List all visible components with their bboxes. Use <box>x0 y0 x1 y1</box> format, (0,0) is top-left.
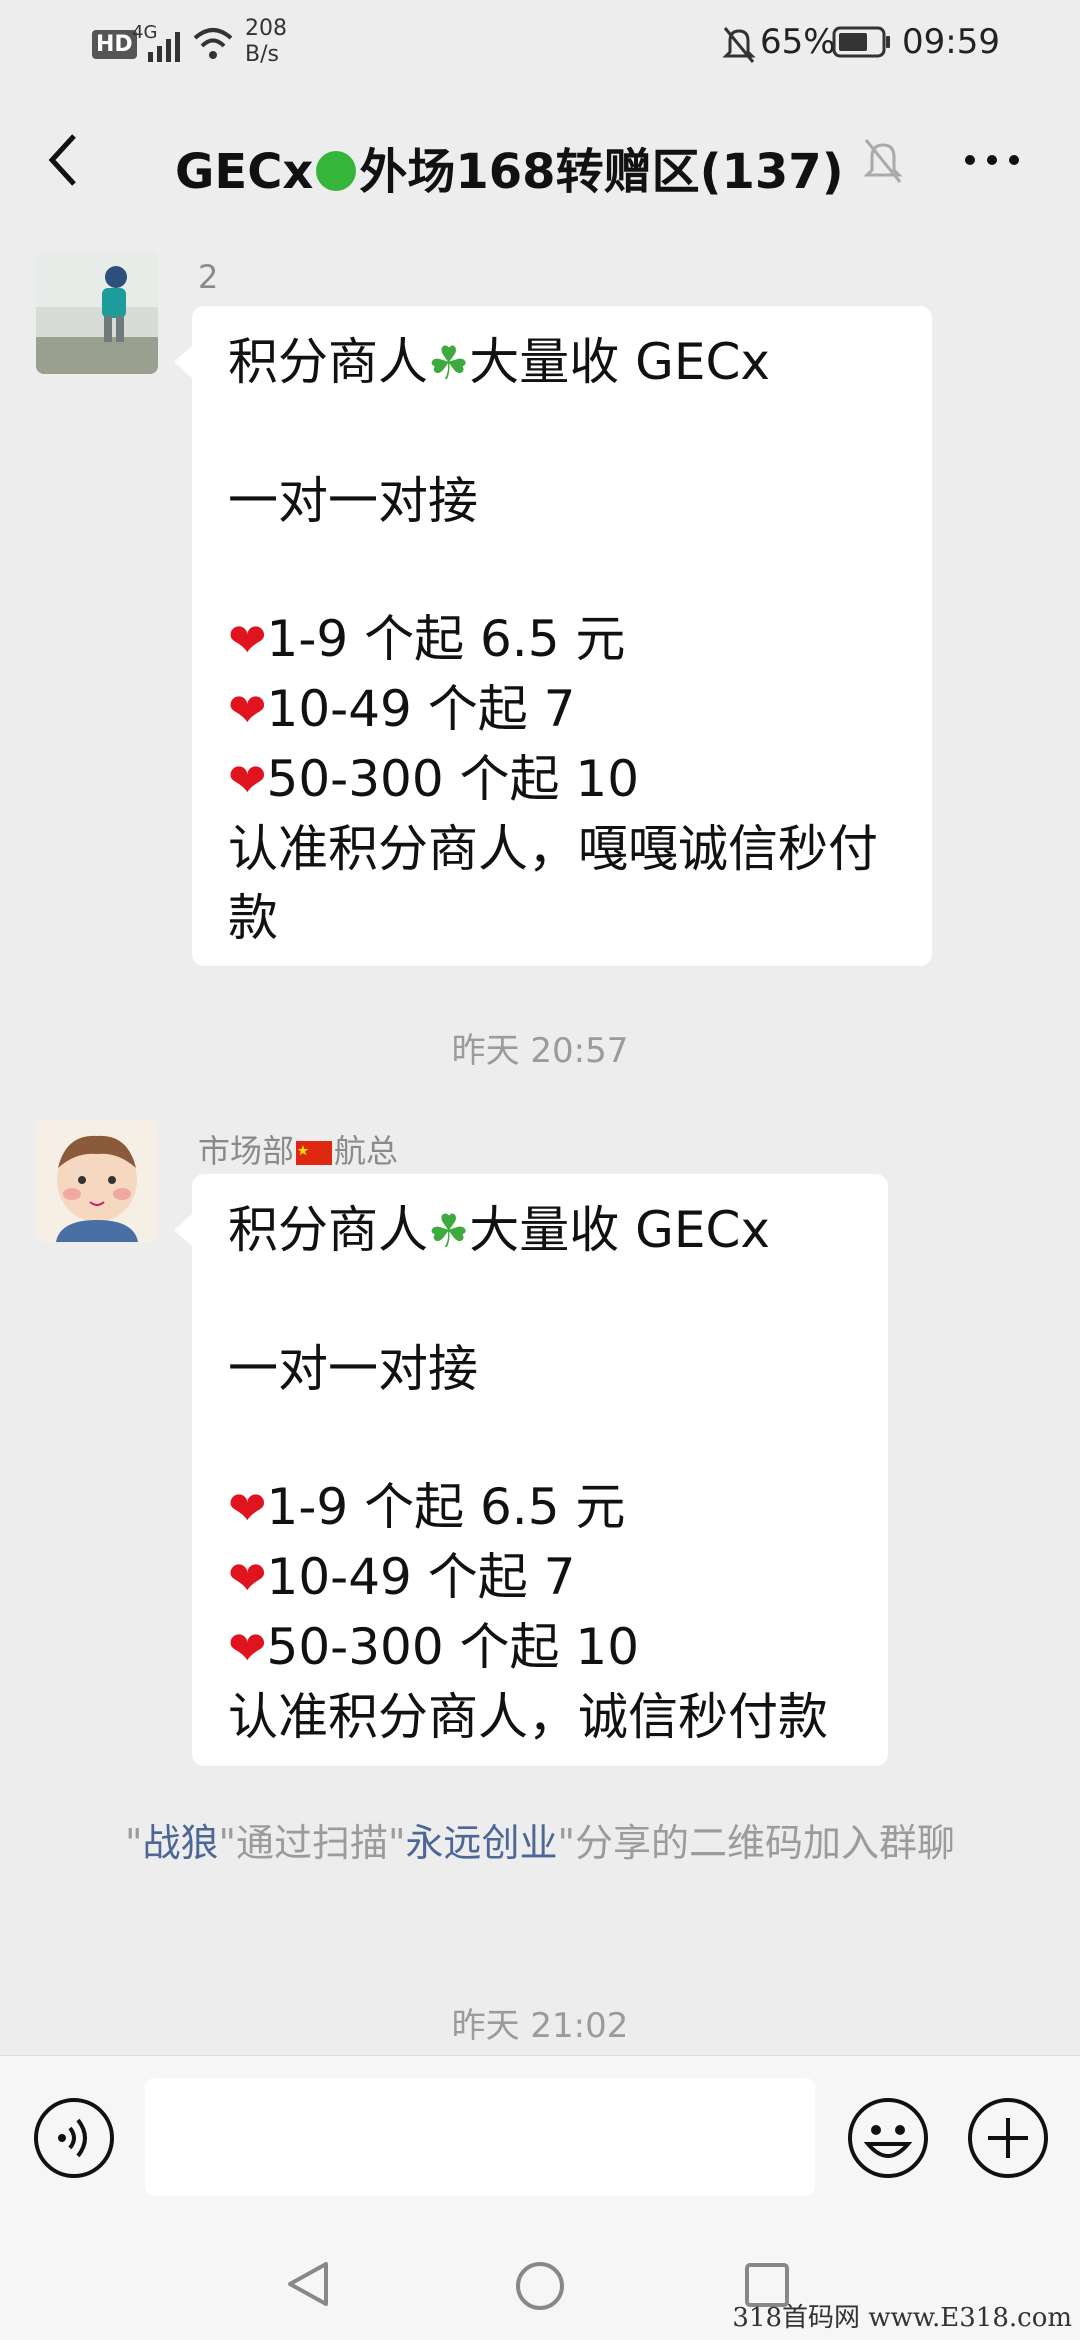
message-text: 大量收 GECx <box>469 1201 770 1259</box>
input-bar <box>0 2055 1080 2221</box>
back-icon[interactable] <box>40 130 90 190</box>
battery-icon <box>832 26 890 58</box>
nav-home-icon[interactable] <box>514 2260 566 2312</box>
heart-icon: ❤ <box>228 1481 267 1535</box>
sender-name: 2 <box>198 258 219 296</box>
clock: 09:59 <box>902 22 1000 62</box>
message-line: 一对一对接 <box>228 472 478 530</box>
chat-title-prefix: GECx <box>175 144 314 200</box>
user-link[interactable]: 战狼 <box>143 1821 219 1865</box>
battery-percent: 65% <box>760 22 836 62</box>
message-line: 认准积分商人，嘎嘎诚信秒付款 <box>228 820 878 947</box>
speed-value: 208 <box>245 16 287 41</box>
mute-status-icon <box>722 27 756 63</box>
watermark: 318首码网 www.E318.com <box>732 2303 1072 2333</box>
message-text: 1-9 个起 6.5 元 <box>266 610 626 668</box>
status-bar: HD 4G 208 B/s 65% 09:59 <box>0 0 1080 90</box>
message-line: 积分商人☘大量收 GECx <box>228 328 896 398</box>
message-text: 10-49 个起 7 <box>266 1548 576 1606</box>
sender-name-part: 市场部 <box>198 1132 295 1170</box>
hd-badge: HD <box>92 30 137 59</box>
sender-name: 市场部 航总 <box>198 1126 398 1172</box>
message-bubble[interactable]: 积分商人☘大量收 GECx 一对一对接 ❤1-9 个起 6.5 元 ❤10-49… <box>174 306 932 966</box>
speed-unit: B/s <box>245 42 279 67</box>
message-line: 积分商人☘大量收 GECx <box>228 1196 852 1266</box>
wifi-icon <box>193 28 233 59</box>
voice-icon[interactable] <box>32 2096 116 2180</box>
sender-name-part: 航总 <box>334 1132 399 1170</box>
mute-bell-icon <box>863 139 903 183</box>
message-line: ❤50-300 个起 10 <box>228 1613 852 1683</box>
heart-icon: ❤ <box>228 1621 267 1675</box>
chat-header: GECx 外场168转赠区(137) <box>0 100 1080 225</box>
message-text: 积分商人 <box>228 1201 428 1259</box>
message-text: 大量收 GECx <box>469 333 770 391</box>
heart-icon: ❤ <box>228 683 267 737</box>
plus-icon[interactable] <box>966 2096 1050 2180</box>
clover-icon: ☘ <box>428 1204 470 1258</box>
message-line: ❤50-300 个起 10 <box>228 745 896 815</box>
message-line: 一对一对接 <box>228 1340 478 1398</box>
message-line: ❤1-9 个起 6.5 元 <box>228 605 896 675</box>
chat-title-suffix: 外场168转赠区(137) <box>359 144 844 200</box>
system-text: " <box>125 1821 143 1865</box>
network-speed: 208 B/s <box>245 16 287 68</box>
message-input[interactable] <box>145 2078 815 2196</box>
timestamp: 昨天 20:57 <box>451 1031 629 1071</box>
message-text: 积分商人 <box>228 333 428 391</box>
message-text: 1-9 个起 6.5 元 <box>266 1478 626 1536</box>
inviter-link[interactable]: 永远创业 <box>405 1821 557 1865</box>
clover-icon: ☘ <box>428 336 470 390</box>
avatar-image <box>36 1120 158 1242</box>
heart-icon: ❤ <box>228 1551 267 1605</box>
message-line: 认准积分商人，诚信秒付款 <box>228 1688 828 1746</box>
chat-title: GECx 外场168转赠区(137) <box>175 132 844 202</box>
green-circle-icon <box>316 151 357 191</box>
heart-icon: ❤ <box>228 613 267 667</box>
message-text: 50-300 个起 10 <box>266 750 640 808</box>
message-text: 10-49 个起 7 <box>266 680 576 738</box>
avatar[interactable] <box>36 252 158 374</box>
nav-back-icon[interactable] <box>286 2260 330 2308</box>
message-text: 50-300 个起 10 <box>266 1618 640 1676</box>
more-icon[interactable] <box>962 150 1022 170</box>
message-line: ❤1-9 个起 6.5 元 <box>228 1473 852 1543</box>
message-line: ❤10-49 个起 7 <box>228 1543 852 1613</box>
system-navigation: 318首码网 www.E318.com <box>0 2220 1080 2340</box>
system-text: "分享的二维码加入群聊 <box>557 1821 955 1865</box>
message-line: ❤10-49 个起 7 <box>228 675 896 745</box>
heart-icon: ❤ <box>228 753 267 807</box>
system-message: "战狼"通过扫描"永远创业"分享的二维码加入群聊 <box>90 1815 990 1871</box>
system-text: "通过扫描" <box>218 1821 406 1865</box>
avatar[interactable] <box>36 1120 158 1242</box>
message-bubble[interactable]: 积分商人☘大量收 GECx 一对一对接 ❤1-9 个起 6.5 元 ❤10-49… <box>174 1174 888 1766</box>
cell-signal-icon <box>148 32 180 62</box>
timestamp: 昨天 21:02 <box>451 2006 629 2046</box>
emoji-icon[interactable] <box>846 2096 930 2180</box>
china-flag-icon <box>296 1141 333 1165</box>
avatar-image <box>36 252 158 374</box>
